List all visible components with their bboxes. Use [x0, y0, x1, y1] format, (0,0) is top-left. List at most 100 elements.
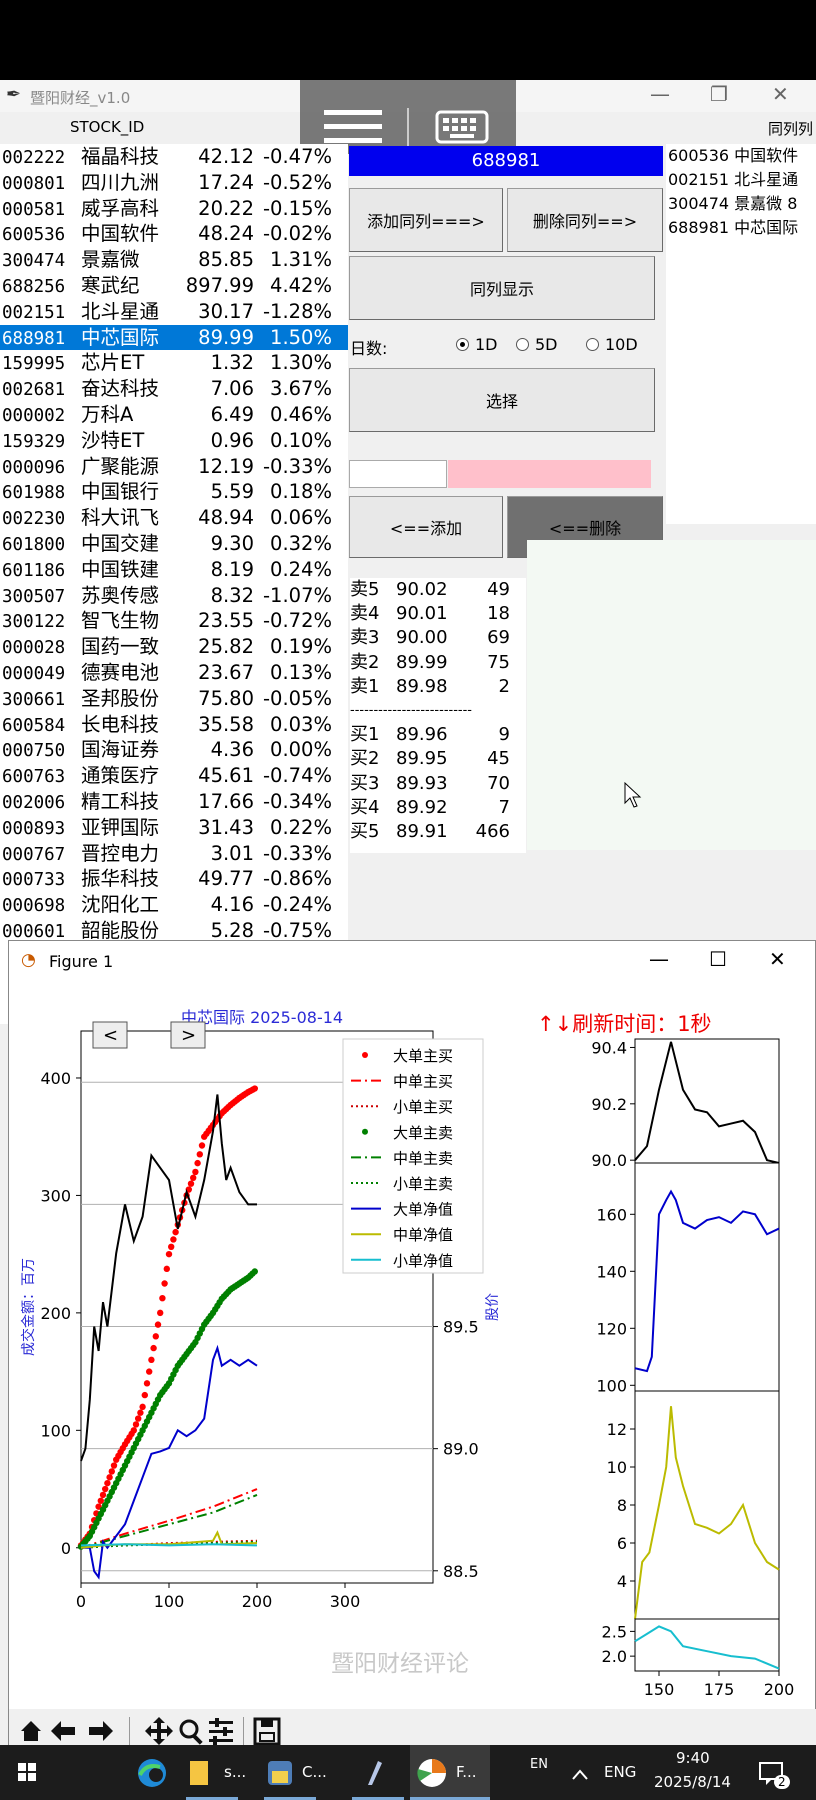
stock-row[interactable]: 601988 中国银行 5.59 0.18%	[0, 479, 348, 505]
add-peer-button[interactable]: 添加同列===>	[349, 188, 503, 252]
stock-row[interactable]: 002222 福晶科技 42.12 -0.47%	[0, 144, 348, 170]
level-label: 买3	[350, 772, 380, 794]
stock-row[interactable]: 000893 亚钾国际 31.43 0.22%	[0, 815, 348, 841]
mini-x-tick-label: 150	[644, 1680, 675, 1699]
hamburger-icon[interactable]	[324, 110, 382, 143]
close-icon[interactable]: ✕	[769, 947, 786, 971]
minimize-icon[interactable]: —	[649, 947, 669, 971]
keyboard-icon[interactable]	[435, 110, 489, 144]
stock-name: 科大讯飞	[81, 506, 160, 530]
stock-name: 北斗星通	[81, 299, 160, 323]
radio-5d[interactable]: 5D	[516, 335, 558, 354]
stock-row[interactable]: 000698 沈阳化工 4.16 -0.24%	[0, 892, 348, 918]
stock-list[interactable]: 002222 福晶科技 42.12 -0.47% 000801 四川九洲 17.24 -0.5…	[0, 144, 348, 1024]
stock-code: 002681	[2, 380, 66, 401]
stock-change: -0.15%	[263, 196, 332, 220]
zoom-icon[interactable]	[179, 1719, 203, 1745]
save-icon[interactable]	[253, 1717, 281, 1746]
stock-name: 中国交建	[81, 531, 160, 555]
prev-icon: <	[103, 1025, 118, 1046]
peer-item[interactable]: 600536 中国软件	[666, 144, 816, 168]
stock-row[interactable]: 688981 中芯国际 89.99 1.50%	[0, 324, 348, 351]
taskbar-item-c[interactable]: C...	[302, 1763, 327, 1781]
minimize-icon[interactable]: —	[650, 82, 670, 106]
stock-row[interactable]: 000002 万科A 6.49 0.46%	[0, 402, 348, 428]
stock-row[interactable]: 300507 苏奥传感 8.32 -1.07%	[0, 583, 348, 609]
stock-row[interactable]: 159995 芯片ET 1.32 1.30%	[0, 350, 348, 376]
stock-row[interactable]: 002151 北斗星通 30.17 -1.28%	[0, 299, 348, 325]
overlay-icons	[324, 108, 489, 148]
stock-row[interactable]: 300661 圣邦股份 75.80 -0.05%	[0, 686, 348, 712]
select-button[interactable]: 选择	[349, 368, 655, 432]
level-price: 89.99	[396, 651, 448, 673]
level-price: 90.02	[396, 579, 448, 600]
stock-row[interactable]: 000767 晋控电力 3.01 -0.33%	[0, 841, 348, 867]
maximize-icon[interactable]: ☐	[709, 947, 727, 971]
stock-row[interactable]: 000096 广聚能源 12.19 -0.33%	[0, 454, 348, 480]
stock-price: 49.77	[198, 867, 254, 891]
windows-start-icon[interactable]	[18, 1763, 36, 1781]
show-peer-button[interactable]: 同列显示	[349, 256, 655, 320]
delete-peer-button[interactable]: 删除同列==>	[507, 188, 663, 252]
feather-app-icon[interactable]	[368, 1761, 382, 1785]
stock-name: 通策医疗	[81, 764, 160, 788]
peer-item[interactable]: 002151 北斗星通	[666, 168, 816, 192]
stock-price: 30.17	[198, 299, 254, 323]
stock-row[interactable]: 000750 国海证券 4.36 0.00%	[0, 737, 348, 763]
radio-10d[interactable]: 10D	[586, 335, 638, 354]
mini-y-tick-label: 140	[596, 1262, 627, 1281]
peer-item[interactable]: 688981 中芯国际	[666, 216, 816, 240]
peer-item[interactable]: 300474 景嘉微 8	[666, 192, 816, 216]
stock-row[interactable]: 000801 四川九洲 17.24 -0.52%	[0, 170, 348, 196]
restore-icon[interactable]: ❐	[710, 82, 728, 106]
stock-row[interactable]: 159329 沙特ET 0.96 0.10%	[0, 428, 348, 454]
stock-price: 6.49	[210, 402, 254, 426]
peer-list[interactable]: 600536 中国软件 002151 北斗星通 300474 景嘉微 8 688…	[666, 144, 816, 524]
stock-row[interactable]: 002230 科大讯飞 48.94 0.06%	[0, 505, 348, 531]
stock-row[interactable]: 601186 中国铁建 8.19 0.24%	[0, 557, 348, 583]
stock-row[interactable]: 688256 寒武纪 897.99 4.42%	[0, 273, 348, 299]
stock-row[interactable]: 601800 中国交建 9.30 0.32%	[0, 531, 348, 557]
stock-row[interactable]: 000028 国药一致 25.82 0.19%	[0, 634, 348, 660]
code-entry[interactable]	[349, 460, 447, 488]
series-point	[198, 1142, 206, 1149]
close-icon[interactable]: ✕	[772, 82, 789, 106]
level-label: 买5	[350, 820, 380, 842]
forward-icon[interactable]	[89, 1721, 113, 1741]
stock-row[interactable]: 000733 振华科技 49.77 -0.86%	[0, 866, 348, 892]
radio-10d-label: 10D	[605, 335, 638, 354]
stock-change: -0.33%	[263, 454, 332, 478]
ask-row: 卖3 90.00 69	[350, 626, 526, 650]
stock-row[interactable]: 000049 德赛电池 23.67 0.13%	[0, 660, 348, 686]
add-button[interactable]: <==添加	[349, 496, 503, 558]
radio-1d[interactable]: 1D	[456, 335, 498, 354]
chevron-up-icon[interactable]	[572, 1769, 588, 1780]
taskbar-item-f[interactable]: F...	[456, 1763, 477, 1781]
y-axis-label: 成交金额：百万	[20, 1258, 37, 1356]
taskbar-item-s[interactable]: s...	[224, 1763, 246, 1781]
python-icon[interactable]	[268, 1761, 292, 1785]
back-icon[interactable]	[51, 1721, 75, 1741]
stock-row[interactable]: 600584 长电科技 35.58 0.03%	[0, 712, 348, 738]
stock-row[interactable]: 600536 中国软件 48.24 -0.02%	[0, 221, 348, 247]
stock-row[interactable]: 300474 景嘉微 85.85 1.31%	[0, 247, 348, 273]
clock-date[interactable]: 2025/8/14	[654, 1773, 731, 1791]
clock-time[interactable]: 9:40	[676, 1749, 710, 1767]
stock-row[interactable]: 002006 精工科技 17.66 -0.34%	[0, 789, 348, 815]
input-method[interactable]: ENG	[604, 1763, 636, 1781]
stock-row[interactable]: 000581 威孚高科 20.22 -0.15%	[0, 196, 348, 222]
edge-icon[interactable]	[138, 1759, 166, 1787]
level-volume: 466	[475, 820, 510, 842]
pan-icon[interactable]	[145, 1717, 173, 1745]
configure-icon[interactable]	[209, 1718, 233, 1745]
peer-header: 同列列	[768, 120, 814, 138]
level-volume: 75	[487, 651, 510, 673]
status-entry[interactable]	[448, 460, 651, 488]
language-indicator[interactable]: EN	[530, 1757, 548, 1772]
stock-row[interactable]: 002681 奋达科技 7.06 3.67%	[0, 376, 348, 402]
stock-row[interactable]: 600763 通策医疗 45.61 -0.74%	[0, 763, 348, 789]
folder-icon[interactable]	[190, 1761, 208, 1785]
home-icon[interactable]	[21, 1721, 41, 1741]
stock-row[interactable]: 300122 智飞生物 23.55 -0.72%	[0, 608, 348, 634]
stock-change: 0.24%	[270, 557, 332, 581]
